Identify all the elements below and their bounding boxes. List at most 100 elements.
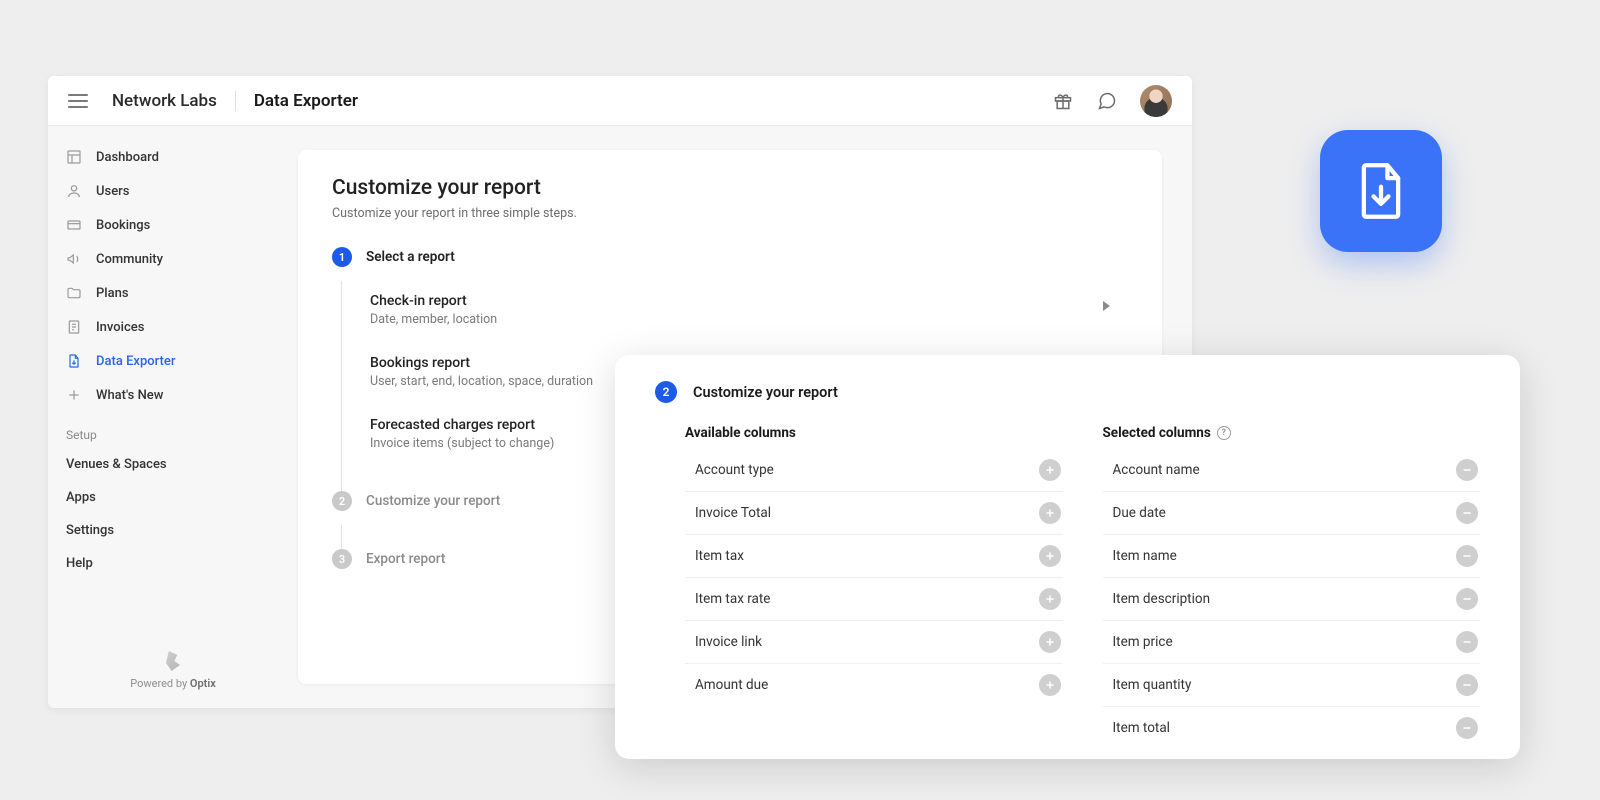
- column-name: Invoice link: [695, 634, 762, 650]
- column-name: Item name: [1113, 548, 1177, 564]
- selected-column-item: Item price: [1103, 620, 1481, 663]
- selected-column-item: Due date: [1103, 491, 1481, 534]
- folder-icon: [66, 285, 82, 301]
- available-column-item: Account type: [685, 449, 1063, 491]
- selected-column-item: Item quantity: [1103, 663, 1481, 706]
- available-columns-header: Available columns: [685, 425, 1063, 441]
- gift-icon[interactable]: [1052, 90, 1074, 112]
- report-desc: Date, member, location: [370, 312, 1103, 327]
- card-title: Customize your report: [332, 176, 1128, 200]
- step-label: Export report: [366, 551, 445, 567]
- column-name: Due date: [1113, 505, 1166, 521]
- selected-column-item: Item description: [1103, 577, 1481, 620]
- sidebar-item-label: Users: [96, 184, 129, 199]
- sidebar-item-label: Dashboard: [96, 150, 159, 165]
- step-label: Select a report: [366, 249, 455, 265]
- sidebar-item-whats-new[interactable]: What's New: [48, 378, 298, 412]
- sidebar-item-data-exporter[interactable]: Data Exporter: [48, 344, 298, 378]
- download-doc-icon: [66, 353, 82, 369]
- sidebar-item-label: Plans: [96, 286, 129, 301]
- sidebar-item-dashboard[interactable]: Dashboard: [48, 140, 298, 174]
- menu-icon[interactable]: [68, 94, 88, 108]
- report-option-checkin[interactable]: Check-in report Date, member, location: [370, 281, 1128, 343]
- card-subtitle: Customize your report in three simple st…: [332, 206, 1128, 221]
- step-number-badge: 3: [332, 549, 352, 569]
- customize-columns-panel: 2 Customize your report Available column…: [615, 355, 1520, 759]
- sidebar-item-plans[interactable]: Plans: [48, 276, 298, 310]
- step-number-badge: 2: [655, 381, 677, 403]
- sidebar-item-label: Data Exporter: [96, 354, 175, 369]
- add-column-button[interactable]: [1039, 631, 1061, 653]
- available-column-item: Item tax: [685, 534, 1063, 577]
- column-name: Item description: [1113, 591, 1211, 607]
- available-columns-group: Available columns Account type Invoice To…: [685, 425, 1063, 749]
- sidebar-item-label: Invoices: [96, 320, 144, 335]
- selected-columns-group: Selected columns ? Account name Due date I…: [1103, 425, 1481, 749]
- powered-by-text: Powered by Optix: [48, 677, 298, 690]
- column-name: Item tax rate: [695, 591, 770, 607]
- topbar: Network Labs Data Exporter: [48, 76, 1192, 126]
- step-number-badge: 2: [332, 491, 352, 511]
- column-name: Item price: [1113, 634, 1173, 650]
- card-icon: [66, 217, 82, 233]
- sidebar-section-label: Setup: [48, 412, 298, 448]
- available-column-item: Amount due: [685, 663, 1063, 706]
- available-column-item: Invoice Total: [685, 491, 1063, 534]
- sidebar-item-invoices[interactable]: Invoices: [48, 310, 298, 344]
- selected-column-item: Account name: [1103, 449, 1481, 491]
- selected-columns-header: Selected columns ?: [1103, 425, 1481, 441]
- dashboard-icon: [66, 149, 82, 165]
- sidebar-item-settings[interactable]: Settings: [48, 514, 298, 547]
- sidebar-footer: Powered by Optix: [48, 637, 298, 708]
- report-name: Check-in report: [370, 293, 1103, 309]
- sidebar-item-apps[interactable]: Apps: [48, 481, 298, 514]
- add-column-button[interactable]: [1039, 674, 1061, 696]
- add-column-button[interactable]: [1039, 545, 1061, 567]
- page-title: Data Exporter: [254, 91, 358, 111]
- sidebar: Dashboard Users Bookings Community Plans…: [48, 126, 298, 708]
- plus-icon: [66, 387, 82, 403]
- megaphone-icon: [66, 251, 82, 267]
- remove-column-button[interactable]: [1456, 588, 1478, 610]
- remove-column-button[interactable]: [1456, 717, 1478, 739]
- column-name: Item quantity: [1113, 677, 1192, 693]
- avatar[interactable]: [1140, 85, 1172, 117]
- chat-icon[interactable]: [1096, 90, 1118, 112]
- add-column-button[interactable]: [1039, 502, 1061, 524]
- column-name: Amount due: [695, 677, 768, 693]
- file-download-icon: [1355, 161, 1407, 221]
- sidebar-item-help[interactable]: Help: [48, 547, 298, 580]
- column-name: Account type: [695, 462, 774, 478]
- remove-column-button[interactable]: [1456, 545, 1478, 567]
- add-column-button[interactable]: [1039, 459, 1061, 481]
- remove-column-button[interactable]: [1456, 459, 1478, 481]
- selected-column-item: Item name: [1103, 534, 1481, 577]
- column-name: Item tax: [695, 548, 744, 564]
- step-1-header: 1 Select a report: [332, 247, 1128, 267]
- invoice-icon: [66, 319, 82, 335]
- step-label: Customize your report: [366, 493, 500, 509]
- sidebar-item-venues[interactable]: Venues & Spaces: [48, 448, 298, 481]
- brand-logo-icon: [166, 651, 180, 671]
- remove-column-button[interactable]: [1456, 502, 1478, 524]
- sidebar-item-community[interactable]: Community: [48, 242, 298, 276]
- sidebar-item-bookings[interactable]: Bookings: [48, 208, 298, 242]
- selected-column-item: Item total: [1103, 706, 1481, 749]
- sidebar-item-label: Community: [96, 252, 163, 267]
- panel-step-header: 2 Customize your report: [655, 381, 1480, 403]
- add-column-button[interactable]: [1039, 588, 1061, 610]
- help-icon[interactable]: ?: [1217, 426, 1231, 440]
- available-column-item: Item tax rate: [685, 577, 1063, 620]
- step-number-badge: 1: [332, 247, 352, 267]
- sidebar-item-users[interactable]: Users: [48, 174, 298, 208]
- sidebar-item-label: What's New: [96, 388, 163, 403]
- user-icon: [66, 183, 82, 199]
- remove-column-button[interactable]: [1456, 631, 1478, 653]
- data-exporter-app-tile: [1320, 130, 1442, 252]
- panel-step-label: Customize your report: [693, 384, 838, 401]
- sidebar-item-label: Bookings: [96, 218, 150, 233]
- org-name[interactable]: Network Labs: [112, 91, 236, 111]
- column-name: Item total: [1113, 720, 1170, 736]
- available-column-item: Invoice link: [685, 620, 1063, 663]
- remove-column-button[interactable]: [1456, 674, 1478, 696]
